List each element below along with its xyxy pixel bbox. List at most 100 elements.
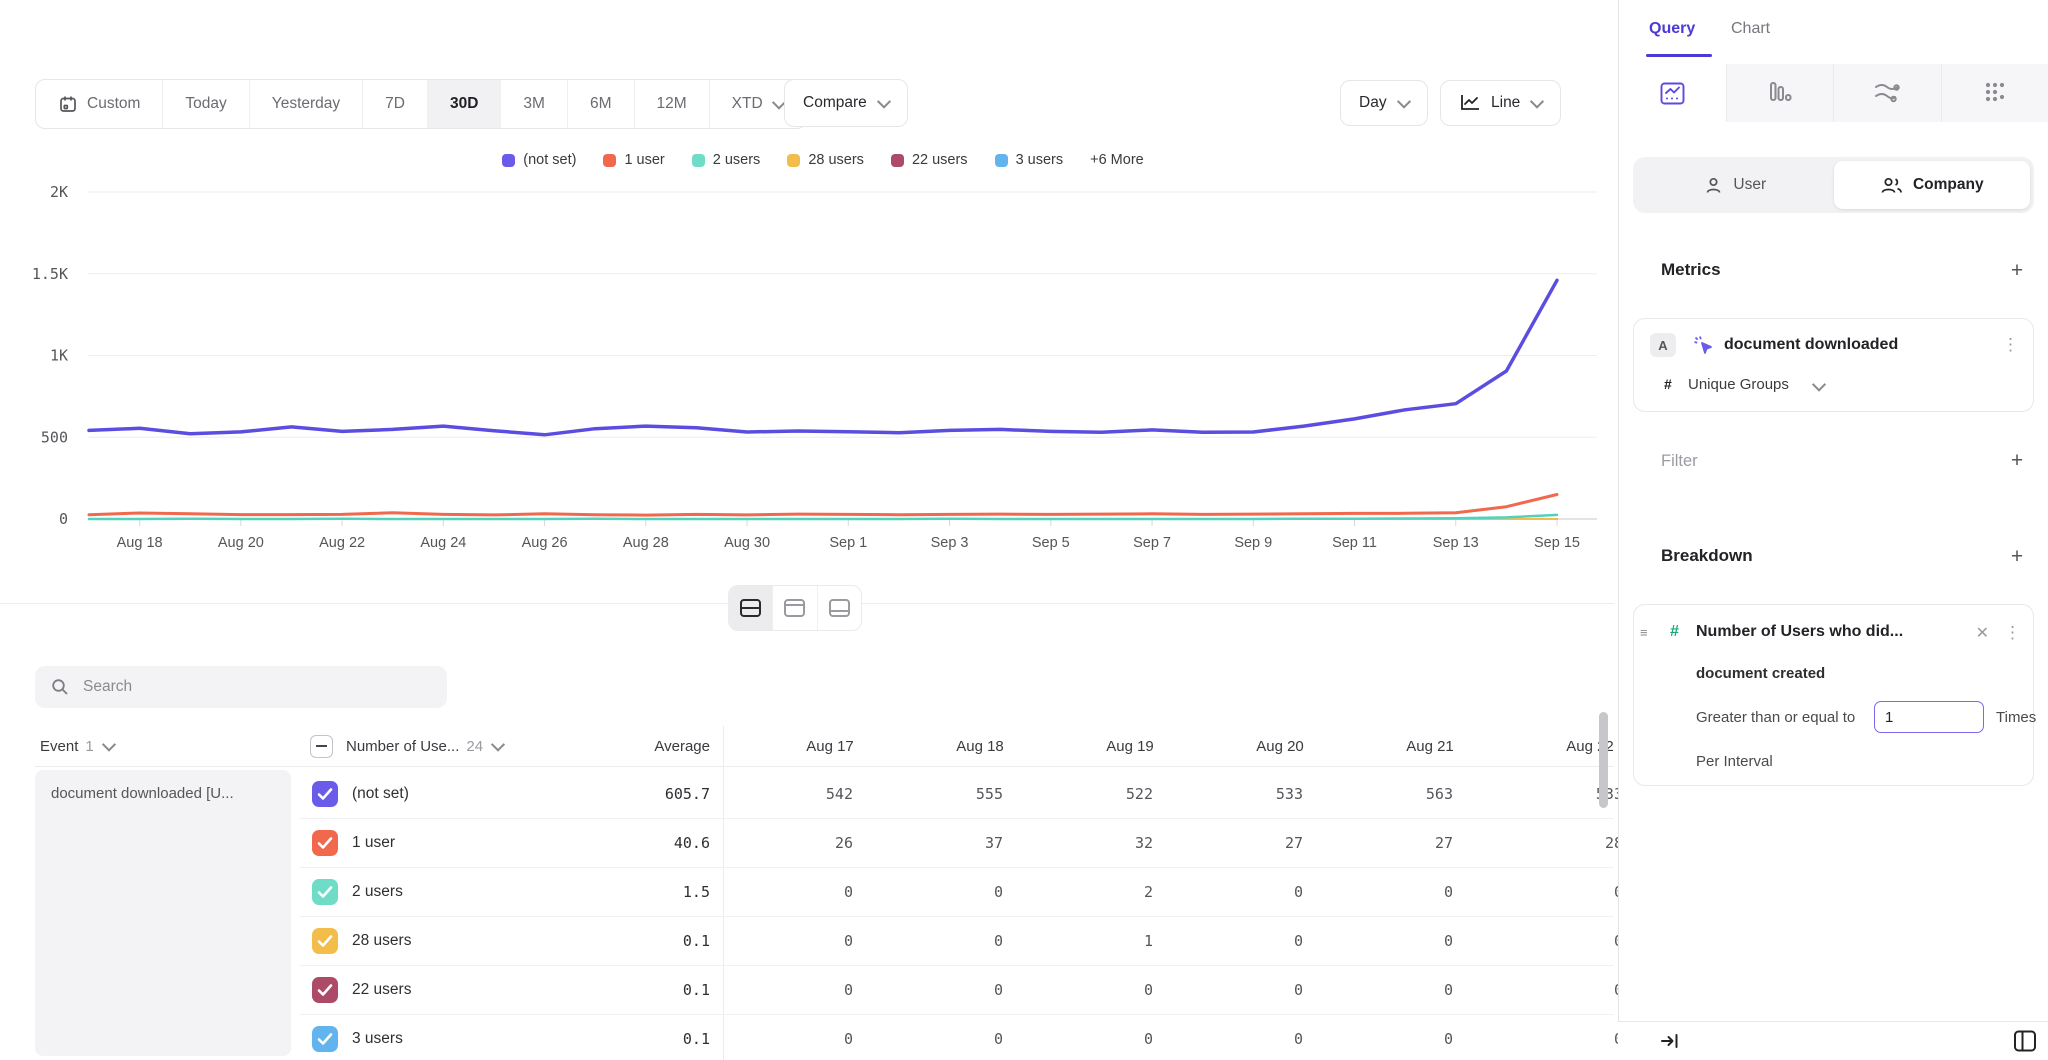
group-column-header[interactable]: Number of Use... 24	[310, 726, 503, 766]
tab-chart[interactable]: Chart	[1731, 20, 1770, 38]
search-icon	[51, 678, 69, 696]
svg-text:1K: 1K	[50, 347, 68, 365]
row-average: 0.1	[610, 917, 710, 965]
click-event-icon	[1692, 334, 1716, 358]
add-breakdown-button[interactable]: +	[2006, 546, 2028, 568]
row-value: 0	[905, 1015, 1055, 1060]
row-value: 0	[1205, 1015, 1355, 1060]
panel-bottom-bar	[1618, 1021, 2048, 1060]
chevron-down-icon	[102, 738, 116, 752]
date-column-header[interactable]: Aug 19	[1055, 726, 1205, 766]
row-value: 0	[905, 917, 1055, 965]
table-scrollbar[interactable]	[1599, 712, 1608, 808]
scope-option-user[interactable]: User	[1637, 161, 1834, 209]
row-average: 0.1	[610, 966, 710, 1014]
metric-menu-icon[interactable]: ⋮	[2002, 335, 2019, 355]
group-header-count: 24	[466, 738, 483, 755]
range-label: Custom	[87, 95, 140, 113]
interval-button[interactable]: Day	[1340, 80, 1428, 126]
row-value: 533	[1205, 770, 1355, 818]
range-button-today[interactable]: Today	[163, 80, 249, 128]
chart-type-button[interactable]: Line	[1440, 80, 1561, 126]
user-label: User	[1733, 176, 1766, 194]
header-underline	[35, 766, 1614, 767]
range-button-12m[interactable]: 12M	[635, 80, 710, 128]
row-value: 0	[1205, 868, 1355, 916]
metric-card[interactable]: A document downloaded ⋮ # Unique Groups	[1633, 318, 2034, 412]
row-checkbox[interactable]	[312, 879, 338, 905]
add-metric-button[interactable]: +	[2006, 260, 2028, 282]
search-box	[35, 666, 447, 708]
date-column-header[interactable]: Aug 20	[1205, 726, 1355, 766]
layout-option-top-pane-view[interactable]	[772, 586, 816, 630]
compare-label: Compare	[803, 94, 867, 112]
layout-option-split-view[interactable]	[729, 586, 772, 630]
tab-query[interactable]: Query	[1649, 20, 1695, 38]
collapse-panel-icon[interactable]	[1660, 1031, 1680, 1051]
metric-letter-badge: A	[1650, 333, 1676, 357]
grid-dots-icon	[1983, 81, 2007, 105]
row-checkbox[interactable]	[312, 1026, 338, 1052]
drag-handle-icon[interactable]: ≡	[1640, 625, 1648, 640]
row-value: 0	[1355, 917, 1505, 965]
average-column-header[interactable]: Average	[610, 726, 710, 766]
breakdown-card[interactable]: ≡ # Number of Users who did... ✕ ⋮ docum…	[1633, 604, 2034, 786]
compare-button[interactable]: Compare	[784, 79, 908, 127]
row-value: 0	[1355, 1015, 1505, 1060]
row-value: 522	[1055, 770, 1205, 818]
row-checkbox[interactable]	[312, 928, 338, 954]
range-button-3m[interactable]: 3M	[501, 80, 568, 128]
flow-chart-icon	[1873, 81, 1901, 105]
date-column-header[interactable]: Aug 21	[1355, 726, 1505, 766]
measure-label[interactable]: Unique Groups	[1688, 376, 1789, 393]
panel-toggle-icon[interactable]	[2012, 1028, 2038, 1054]
line-chart[interactable]: 05001K1.5K2KAug 18Aug 20Aug 22Aug 24Aug …	[0, 130, 1614, 570]
svg-text:Sep 9: Sep 9	[1234, 535, 1272, 551]
row-checkbox[interactable]	[312, 781, 338, 807]
chart-type-bar-chart-icon[interactable]	[1726, 64, 1834, 122]
range-button-yesterday[interactable]: Yesterday	[250, 80, 363, 128]
layout-option-bottom-pane-view[interactable]	[817, 586, 861, 630]
line-chart-icon	[1459, 93, 1481, 113]
chart-type-grid-dots-icon[interactable]	[1941, 64, 2048, 122]
svg-text:Aug 30: Aug 30	[724, 535, 770, 551]
layout-toggle-group	[728, 585, 862, 631]
range-button-30d[interactable]: 30D	[428, 80, 501, 128]
metric-event-name: document downloaded	[1724, 336, 1898, 354]
row-checkbox[interactable]	[312, 977, 338, 1003]
chart-type-flow-chart-icon[interactable]	[1833, 64, 1941, 122]
row-checkbox[interactable]	[312, 830, 338, 856]
scope-toggle: User Company	[1633, 157, 2034, 213]
chart-type-line-chart-icon[interactable]	[1619, 64, 1726, 122]
date-column-header[interactable]: Aug 18	[905, 726, 1055, 766]
svg-text:Sep 1: Sep 1	[829, 535, 867, 551]
range-button-custom[interactable]: Custom	[36, 80, 163, 128]
add-filter-button[interactable]: +	[2006, 450, 2028, 472]
bar-chart-icon	[1767, 80, 1793, 106]
row-value: 0	[755, 966, 905, 1014]
breakdown-menu-icon[interactable]: ⋮	[2004, 623, 2021, 643]
row-value: 0	[1055, 966, 1205, 1014]
condition-value-input[interactable]	[1874, 701, 1984, 733]
date-column-header[interactable]: Aug 17	[755, 726, 905, 766]
hash-icon: #	[1670, 623, 1679, 641]
table-body: (not set)605.75425555225335635331 user40…	[300, 770, 1614, 1060]
event-column-header[interactable]: Event 1	[40, 726, 114, 766]
range-button-6m[interactable]: 6M	[568, 80, 635, 128]
svg-text:Sep 5: Sep 5	[1032, 535, 1070, 551]
range-button-7d[interactable]: 7D	[363, 80, 428, 128]
condition-unit: Times	[1996, 709, 2036, 726]
scope-option-company[interactable]: Company	[1834, 161, 2031, 209]
top-pane-view-icon	[783, 598, 806, 618]
metrics-heading: Metrics	[1661, 260, 1721, 280]
search-input[interactable]	[81, 677, 431, 697]
svg-text:Aug 22: Aug 22	[319, 535, 365, 551]
row-value: 32	[1055, 819, 1205, 867]
select-all-checkbox[interactable]	[310, 735, 333, 758]
svg-text:500: 500	[41, 428, 68, 446]
row-label: 1 user	[352, 819, 395, 867]
close-icon[interactable]: ✕	[1976, 623, 1989, 643]
chevron-down-icon	[877, 95, 891, 109]
event-row[interactable]: document downloaded [U...	[35, 770, 291, 1056]
table-row: 2 users1.5002000	[300, 868, 1614, 917]
